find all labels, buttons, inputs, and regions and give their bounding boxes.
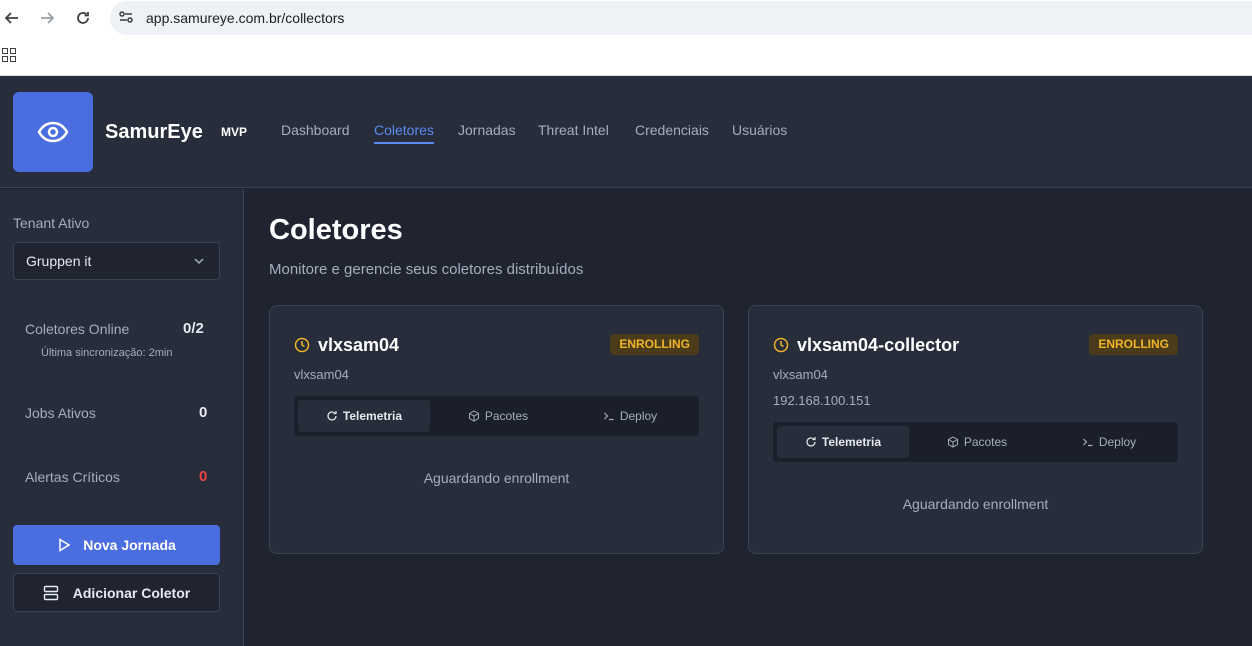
back-icon[interactable] [2, 8, 22, 28]
tab-deploy[interactable]: Deploy [1043, 426, 1175, 458]
package-icon [947, 436, 958, 448]
page-subtitle: Monitore e gerencie seus coletores distr… [269, 261, 584, 278]
collector-host: vlxsam04 [294, 367, 349, 382]
stat-label-jobs-ativos: Jobs Ativos [25, 405, 96, 421]
collector-card: vlxsam04 ENROLLING vlxsam04 Telemetria P… [269, 305, 724, 554]
nav-dashboard[interactable]: Dashboard [281, 122, 350, 138]
status-badge: ENROLLING [610, 334, 699, 355]
collector-tabs: Telemetria Pacotes Deploy [294, 396, 699, 436]
collector-message: Aguardando enrollment [902, 496, 1049, 512]
collector-tabs: Telemetria Pacotes Deploy [773, 422, 1178, 462]
collector-host: vlxsam04 [773, 367, 828, 382]
refresh-icon [327, 411, 337, 421]
server-icon [43, 585, 58, 600]
nova-jornada-button[interactable]: Nova Jornada [13, 525, 220, 565]
tab-label: Deploy [1098, 435, 1137, 449]
stat-value-coletores-online: 0/2 [183, 320, 204, 337]
clock-icon [294, 337, 310, 353]
collector-card: vlxsam04-collector ENROLLING vlxsam04 19… [748, 305, 1203, 554]
nova-jornada-label: Nova Jornada [83, 537, 176, 553]
stat-label-coletores-online: Coletores Online [25, 321, 130, 337]
tenant-label: Tenant Ativo [13, 215, 90, 231]
eye-icon [37, 121, 69, 143]
tenant-value[interactable]: Gruppen it [26, 253, 91, 269]
tab-telemetria[interactable]: Telemetria [298, 400, 430, 432]
brand-name: SamurEye [105, 121, 203, 143]
adicionar-coletor-label: Adicionar Coletor [72, 584, 191, 601]
url-text[interactable]: app.samureye.com.br/collectors [146, 10, 344, 26]
tab-label: Pacotes [963, 435, 1008, 449]
logo[interactable] [13, 92, 93, 172]
clock-icon [773, 337, 789, 353]
play-icon [59, 538, 71, 552]
chevron-down-icon[interactable] [192, 254, 206, 268]
stat-value-alertas-criticos: 0 [199, 468, 208, 485]
nav-threat-intel[interactable]: Threat Intel [538, 122, 609, 138]
collector-ip: 192.168.100.151 [773, 393, 871, 408]
apps-grid-icon[interactable] [2, 48, 16, 62]
stat-label-alertas-criticos: Alertas Críticos [25, 469, 120, 485]
collector-name: vlxsam04 [318, 335, 400, 355]
stat-sub-sync: Última sincronização: 2min [41, 347, 173, 359]
nav-credenciais[interactable]: Credenciais [635, 122, 709, 138]
page-title: Coletores [269, 214, 403, 246]
mvp-badge: MVP [221, 125, 248, 139]
nav-usuarios[interactable]: Usuários [732, 122, 787, 138]
nav-coletores[interactable]: Coletores [374, 122, 434, 138]
tab-pacotes[interactable]: Pacotes [432, 400, 564, 432]
tab-label: Telemetria [821, 435, 882, 449]
tab-label: Telemetria [342, 409, 403, 423]
tab-deploy[interactable]: Deploy [564, 400, 696, 432]
collector-name: vlxsam04-collector [797, 335, 960, 355]
stat-value-jobs-ativos: 0 [199, 404, 208, 421]
collector-message: Aguardando enrollment [423, 470, 570, 486]
adicionar-coletor-button[interactable]: Adicionar Coletor [13, 573, 220, 612]
site-info-icon[interactable] [117, 8, 135, 26]
tab-pacotes[interactable]: Pacotes [911, 426, 1043, 458]
terminal-icon [603, 412, 614, 421]
nav-jornadas[interactable]: Jornadas [458, 122, 516, 138]
tab-telemetria[interactable]: Telemetria [777, 426, 909, 458]
status-badge: ENROLLING [1089, 334, 1178, 355]
package-icon [468, 410, 479, 422]
tab-label: Deploy [619, 409, 658, 423]
nav-active-indicator [374, 142, 434, 144]
reload-icon[interactable] [73, 8, 93, 28]
terminal-icon [1082, 438, 1093, 447]
refresh-icon [806, 437, 816, 447]
bookmarks-bar [0, 36, 1252, 76]
browser-toolbar: app.samureye.com.br/collectors [0, 0, 1252, 36]
forward-icon[interactable] [37, 8, 57, 28]
tab-label: Pacotes [484, 409, 529, 423]
